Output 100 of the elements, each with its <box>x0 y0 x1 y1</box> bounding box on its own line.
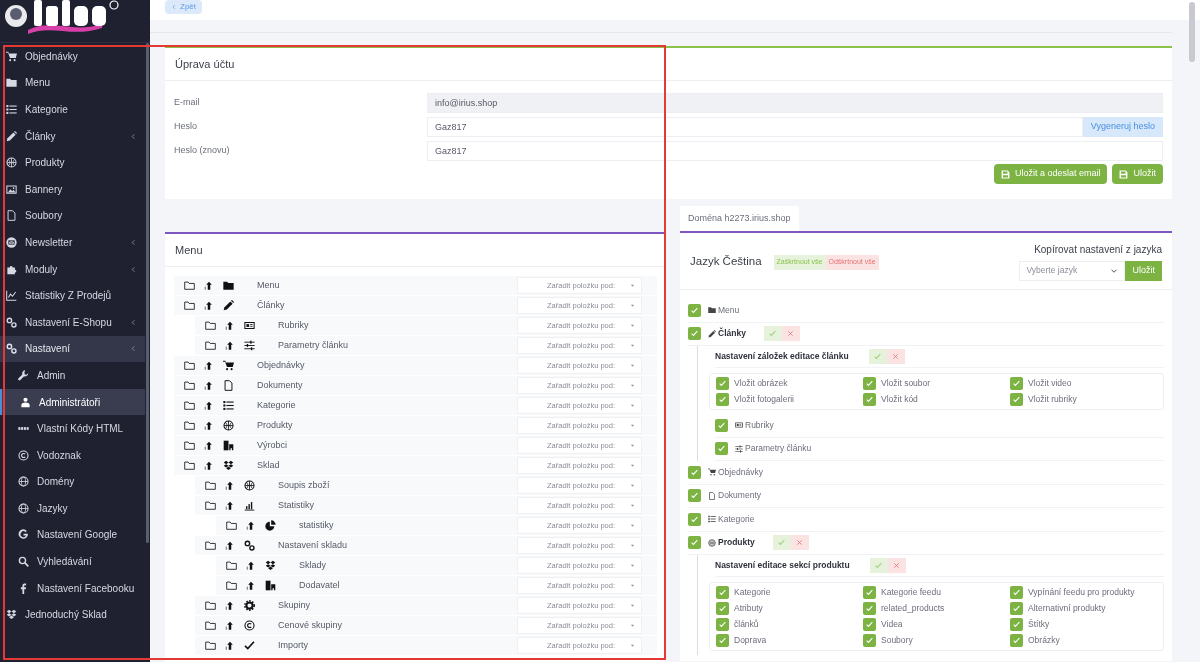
sidebar-item[interactable]: Admin <box>0 362 145 389</box>
checkbox[interactable] <box>716 634 729 647</box>
sidebar-item[interactable]: Administrátoři <box>0 388 145 416</box>
sidebar-item[interactable]: Nastavení E-Shopu <box>0 308 145 336</box>
checkbox[interactable] <box>716 602 729 615</box>
field-label: Heslo (znovu) <box>174 144 231 158</box>
checkbox[interactable] <box>688 327 701 341</box>
caret-down-icon <box>629 482 636 489</box>
checkbox[interactable] <box>863 618 876 631</box>
sidebar-item[interactable]: Produkty <box>0 149 145 176</box>
sidebar-item[interactable]: Kategorie <box>0 96 145 123</box>
tree-item-label: Sklady <box>299 558 327 572</box>
language-select[interactable]: Vyberte jazyk <box>1019 260 1126 281</box>
building-icon <box>265 580 276 591</box>
checkbox[interactable] <box>716 377 729 390</box>
checkbox[interactable] <box>716 586 729 599</box>
settings-title: Nastavení editace sekcí produktu <box>715 559 850 572</box>
checkbox[interactable] <box>863 634 876 647</box>
document-icon <box>6 210 17 222</box>
copyright-icon <box>244 620 255 631</box>
password-field[interactable]: Gaz817 <box>427 117 1083 137</box>
checkbox[interactable] <box>688 489 701 503</box>
tree-item-label: Články <box>257 298 286 312</box>
caret-down-icon <box>629 602 636 609</box>
sidebar-item[interactable]: Nastavení <box>0 335 145 363</box>
upload-arrow-icon <box>246 580 256 591</box>
sidebar-item[interactable]: Nastavení Facebooku <box>0 574 145 602</box>
checkbox[interactable] <box>688 512 701 526</box>
sidebar-item[interactable]: Statistiky Z Prodejů <box>0 282 145 309</box>
back-button[interactable]: Zpět <box>165 0 202 14</box>
caret-down-icon <box>629 562 636 569</box>
domain-tab[interactable]: Doména h2273.irius.shop <box>680 206 799 231</box>
checkbox[interactable] <box>1010 618 1023 631</box>
folder-outline-icon <box>205 640 216 651</box>
save-button[interactable]: Uložit a odeslat email <box>993 164 1108 184</box>
option-label: Videa <box>881 618 903 631</box>
gears-icon <box>6 316 17 328</box>
sidebar-item[interactable]: Jazyky <box>0 495 145 522</box>
save-button[interactable]: Uložit <box>1112 164 1163 184</box>
tree-item-label: Skupiny <box>278 598 312 612</box>
checkbox[interactable] <box>863 586 876 599</box>
globe-icon <box>18 502 29 514</box>
checkbox[interactable] <box>1010 602 1023 615</box>
check-all-button[interactable] <box>868 349 887 364</box>
upload-arrow-icon <box>225 320 235 331</box>
checkbox[interactable] <box>688 536 701 550</box>
option-label: Kategorie feedu <box>881 586 942 599</box>
checkbox[interactable] <box>688 465 701 479</box>
tree-item-label: Výrobci <box>257 438 288 452</box>
generate-password-button[interactable]: Vygeneruj heslo <box>1082 117 1163 137</box>
checkbox[interactable] <box>716 393 729 406</box>
picture-card-icon <box>735 421 743 430</box>
sidebar-item[interactable]: Vlastní Kódy HTML <box>0 415 145 442</box>
upload-arrow-icon <box>225 480 235 491</box>
password-field[interactable]: Gaz817 <box>427 141 1163 161</box>
check-all-button[interactable] <box>869 558 888 573</box>
checkbox[interactable] <box>715 442 728 456</box>
copyright-icon <box>18 449 29 461</box>
caret-down-icon <box>629 502 636 509</box>
check-all-button[interactable] <box>772 535 791 551</box>
sidebar-item[interactable]: Články <box>0 122 145 150</box>
caret-down-icon <box>629 362 636 369</box>
sidebar-item[interactable]: Moduly <box>0 255 145 283</box>
sidebar-item[interactable]: Domény <box>0 468 145 496</box>
sidebar-item[interactable]: Bannery <box>0 175 145 203</box>
checkbox[interactable] <box>716 618 729 631</box>
upload-arrow-icon <box>225 640 235 651</box>
folder-outline-icon <box>205 620 216 631</box>
sidebar-item[interactable]: Jednoduchý Sklad <box>0 601 145 629</box>
permission-label: Parametry článku <box>745 442 812 456</box>
checkbox[interactable] <box>1010 586 1023 599</box>
upload-arrow-icon <box>225 600 235 611</box>
caret-down-icon <box>629 422 636 429</box>
scrollbar-thumb[interactable] <box>1189 2 1195 62</box>
sidebar-item[interactable]: Menu <box>0 69 145 97</box>
sidebar-item[interactable]: Vyhledávání <box>0 548 145 575</box>
check-icon <box>244 640 255 651</box>
checkbox[interactable] <box>1010 377 1023 390</box>
upload-arrow-icon <box>225 620 235 631</box>
scrollbar-thumb[interactable] <box>146 43 149 543</box>
checkbox[interactable] <box>715 418 728 432</box>
checkbox[interactable] <box>863 602 876 615</box>
check-all-button[interactable] <box>763 326 782 342</box>
checkbox[interactable] <box>863 377 876 390</box>
upload-arrow-icon <box>225 500 235 511</box>
tree-item-label: Produkty <box>257 418 294 432</box>
checkbox[interactable] <box>863 393 876 406</box>
sidebar-item[interactable]: Soubory <box>0 202 145 230</box>
sidebar-item[interactable]: Vodoznak <box>0 441 145 469</box>
sidebar-item[interactable]: Newsletter <box>0 229 145 256</box>
chevron-left-icon <box>130 132 137 140</box>
checkbox[interactable] <box>1010 393 1023 406</box>
sidebar-item[interactable]: Nastavení Google <box>0 521 145 549</box>
checkbox[interactable] <box>1010 634 1023 647</box>
permission-label: Menu <box>718 303 740 317</box>
shopping-cart-icon <box>6 50 17 62</box>
save-button[interactable]: Uložit <box>1125 260 1162 281</box>
checkbox[interactable] <box>688 303 701 317</box>
pencil-icon <box>708 329 716 338</box>
sidebar-item[interactable]: Objednávky <box>0 43 145 70</box>
